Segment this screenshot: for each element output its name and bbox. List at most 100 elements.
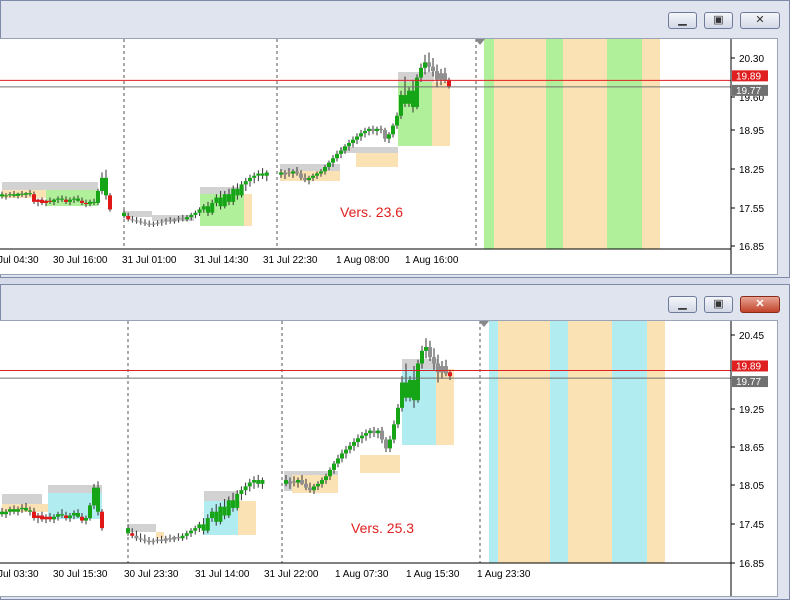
- candle-body: [448, 372, 452, 377]
- candle-body: [48, 200, 52, 202]
- candle-body: [364, 433, 368, 436]
- candle-body: [20, 193, 24, 195]
- session-zone: [489, 321, 498, 563]
- candle-body: [64, 199, 68, 202]
- candle-body: [408, 379, 412, 398]
- maximize-icon: ▣: [713, 298, 724, 310]
- candle-body: [134, 535, 139, 539]
- close-button[interactable]: ✕: [740, 296, 780, 313]
- range-box: [2, 494, 42, 504]
- range-box: [432, 82, 450, 146]
- candle-body: [248, 177, 252, 182]
- candle-body: [108, 195, 112, 210]
- x-tick-label: 1 Aug 08:00: [336, 255, 390, 266]
- candle-body: [395, 115, 399, 126]
- chart-area[interactable]: 20.30 19.60 18.95 18.25 17.55 16.85 19.89 19.77…: [0, 38, 778, 275]
- candle-body: [8, 509, 12, 512]
- maximize-button[interactable]: ▣: [704, 12, 733, 29]
- candle-body: [423, 62, 427, 68]
- candle-body: [197, 209, 202, 213]
- candle-body: [368, 430, 372, 434]
- candle-body: [201, 524, 206, 531]
- candle-body: [32, 511, 36, 519]
- candle-body: [324, 476, 328, 481]
- candle-body: [84, 518, 88, 521]
- chart-area[interactable]: 20.45 19.25 18.65 18.05 17.45 16.85 19.89 19.77…: [0, 320, 778, 597]
- range-box: [46, 182, 98, 190]
- session-zone: [546, 39, 563, 249]
- candle-body: [387, 134, 391, 139]
- candle-body: [24, 507, 28, 511]
- candle-body: [122, 212, 126, 217]
- candle-body: [20, 507, 24, 510]
- candle-body: [138, 221, 143, 223]
- candle-body: [252, 480, 256, 483]
- price-label: 19.77: [736, 377, 761, 388]
- y-tick-label: 18.25: [739, 165, 764, 176]
- candle-body: [4, 195, 8, 197]
- title-bar[interactable]: ▁ ▣ ✕: [1, 1, 789, 37]
- candle-body: [197, 524, 202, 529]
- candle-body: [287, 172, 291, 174]
- candle-body: [419, 67, 423, 78]
- candle-body: [68, 515, 72, 519]
- range-box: [238, 501, 256, 535]
- candle-body: [411, 90, 415, 108]
- session-zone: [484, 39, 494, 249]
- candle-body: [319, 171, 323, 174]
- candle-body: [134, 220, 139, 222]
- candle-body: [288, 481, 292, 484]
- candle-body: [424, 347, 428, 351]
- candle-body: [210, 511, 214, 519]
- current-time-marker-icon[interactable]: [479, 321, 489, 327]
- candle-body: [400, 382, 404, 408]
- candle-body: [380, 430, 384, 440]
- x-tick-label: Jul 04:30: [0, 255, 39, 266]
- minimize-button[interactable]: ▁: [668, 296, 697, 313]
- candle-body: [383, 129, 387, 139]
- candle-body: [416, 363, 420, 401]
- y-tick-label: 17.55: [739, 204, 764, 215]
- candle-body: [371, 128, 375, 132]
- y-tick-label: 18.95: [739, 126, 764, 137]
- candle-body: [308, 487, 312, 491]
- candle-body: [235, 188, 240, 196]
- range-box: [244, 194, 252, 226]
- candle-body: [104, 177, 108, 196]
- candle-body: [185, 217, 189, 220]
- price-label: 19.77: [736, 86, 761, 97]
- candlestick-chart[interactable]: 20.45 19.25 18.65 18.05 17.45 16.85 19.89 19.77…: [0, 321, 778, 597]
- candle-body: [304, 483, 308, 488]
- candle-body: [283, 172, 287, 175]
- candle-body: [214, 197, 219, 203]
- candle-body: [36, 199, 40, 202]
- range-box: [356, 153, 398, 167]
- candle-body: [336, 458, 340, 464]
- candle-body: [143, 222, 147, 224]
- candle-body: [176, 218, 181, 220]
- x-tick-label: 1 Aug 07:30: [335, 569, 389, 580]
- candle-body: [24, 193, 28, 195]
- candle-body: [147, 540, 151, 543]
- candle-body: [367, 128, 371, 132]
- title-bar[interactable]: ▁ ▣ ✕: [1, 285, 789, 321]
- candle-body: [227, 194, 231, 202]
- candle-body: [180, 218, 185, 220]
- candle-body: [76, 198, 80, 201]
- candle-body: [403, 95, 407, 104]
- candle-body: [214, 511, 219, 522]
- version-label: Vers. 23.6: [340, 204, 403, 220]
- session-zone: [550, 321, 568, 563]
- candlestick-chart[interactable]: 20.3019.6018.9518.2517.5516.8519.8919.77…: [0, 39, 778, 275]
- candle-body: [0, 511, 4, 515]
- maximize-button[interactable]: ▣: [704, 296, 733, 313]
- candle-body: [56, 514, 60, 517]
- price-label: 19.89: [736, 361, 761, 372]
- x-tick-label: 31 Jul 01:00: [122, 255, 177, 266]
- x-tick-label: 30 Jul 23:30: [124, 569, 179, 580]
- close-button[interactable]: ✕: [740, 12, 780, 29]
- minimize-button[interactable]: ▁: [668, 12, 697, 29]
- candle-body: [328, 469, 332, 477]
- candle-body: [76, 512, 80, 517]
- candle-body: [222, 506, 227, 516]
